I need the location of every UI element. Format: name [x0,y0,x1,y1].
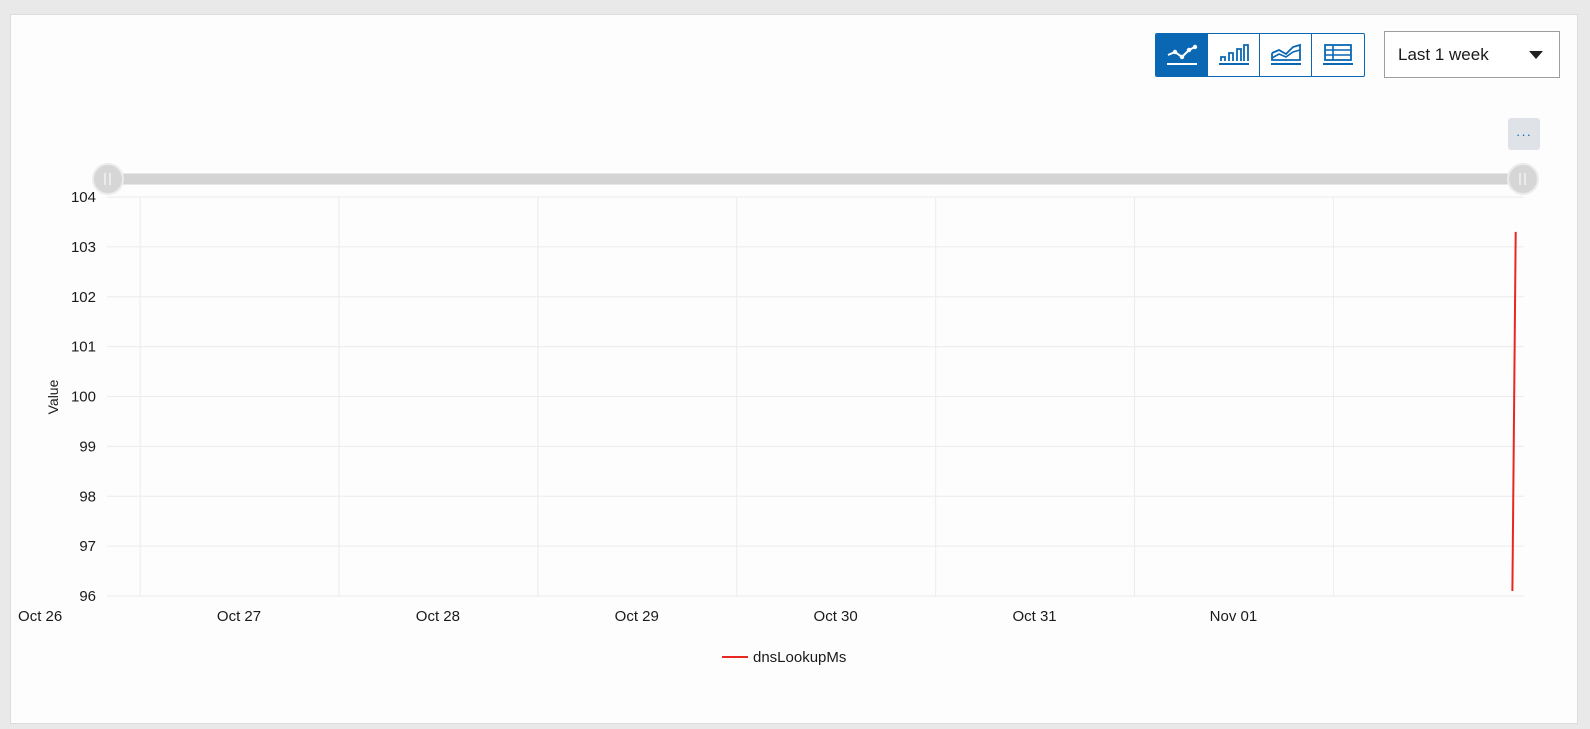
range-slider-left-handle[interactable] [92,163,124,195]
series-line-dnsLookupMs [1511,231,1517,592]
y-tick-label: 98 [79,488,96,505]
y-tick-label: 102 [71,289,96,306]
legend-label[interactable]: dnsLookupMs [753,649,846,666]
y-tick-label: 101 [71,339,96,356]
legend[interactable]: dnsLookupMs [722,649,846,666]
x-tick-label: Oct 28 [416,608,460,625]
range-slider[interactable] [92,163,1539,195]
x-tick-label: Oct 27 [217,608,261,625]
x-tick-label: Oct 26 [18,608,62,625]
y-tick-label: 104 [71,189,96,206]
y-axis-title: Value [45,379,61,414]
grid [107,196,1524,597]
x-tick-label: Nov 01 [1210,608,1258,625]
y-tick-label: 99 [79,438,96,455]
series [1511,231,1517,592]
y-tick-label: 103 [71,239,96,256]
y-tick-label: 100 [71,389,96,406]
y-tick-label: 97 [79,538,96,555]
y-axis: 96 97 98 99 100 101 102 103 104 [71,189,96,605]
x-tick-label: Oct 30 [814,608,858,625]
line-chart: 96979899100101102103104 Oct 26 Oct 27 Oct … [18,163,1539,666]
y-tick-label: 96 [79,588,96,605]
x-tick-label: Oct 31 [1012,608,1056,625]
x-tick-label: Oct 29 [615,608,659,625]
x-axis: Oct 26 Oct 27 Oct 28 Oct 29 Oct 30 Oct 31 Nov … [18,608,1257,625]
range-slider-right-handle[interactable] [1507,163,1539,195]
